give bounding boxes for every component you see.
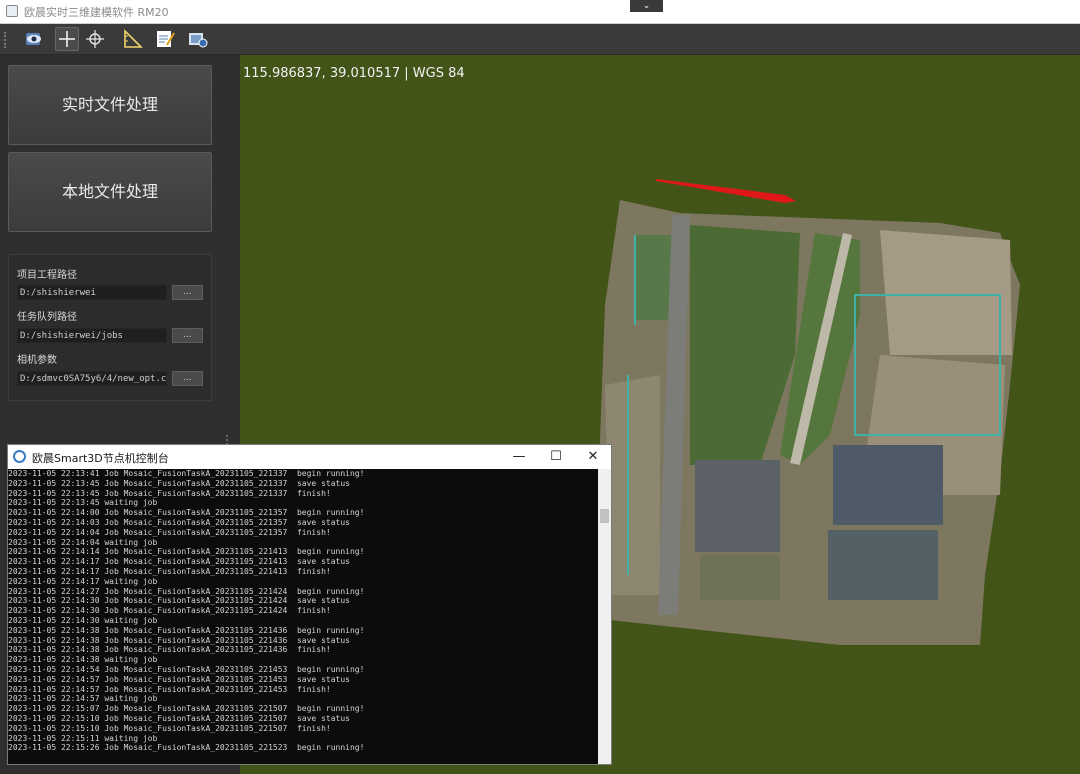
console-line: 2023-11-05 22:15:11 waiting job [8, 733, 158, 743]
edit-notes-icon[interactable] [153, 27, 177, 51]
close-button[interactable]: ✕ [574, 445, 612, 469]
console-line: 2023-11-05 22:14:38 Job Mosaic_FusionTas… [8, 625, 365, 635]
queue-path-field[interactable]: D:/shishierwei/jobs [17, 328, 167, 343]
console-line: 2023-11-05 22:14:27 Job Mosaic_FusionTas… [8, 586, 365, 596]
console-scrollbar-thumb[interactable] [600, 509, 609, 523]
camera-params-browse-button[interactable]: ... [172, 371, 203, 386]
console-line: 2023-11-05 22:14:17 waiting job [8, 576, 158, 586]
console-line: 2023-11-05 22:15:07 Job Mosaic_FusionTas… [8, 704, 365, 714]
console-line: 2023-11-05 22:15:26 Job Mosaic_FusionTas… [8, 743, 365, 753]
dirt-area [880, 230, 1012, 355]
project-path-field[interactable]: D:/shishierwei [17, 285, 167, 300]
project-path-browse-button[interactable]: ... [172, 285, 203, 300]
console-line: 2023-11-05 22:14:03 Job Mosaic_FusionTas… [8, 517, 350, 527]
console-line: 2023-11-05 22:15:10 Job Mosaic_FusionTas… [8, 713, 350, 723]
console-window[interactable]: 欧晨Smart3D节点机控制台 — ☐ ✕ 2023-11-05 22:13:4… [7, 444, 612, 765]
console-line: 2023-11-05 22:14:38 waiting job [8, 655, 158, 665]
measure-ruler-icon[interactable] [121, 27, 145, 51]
pan-move-icon[interactable] [83, 27, 107, 51]
maximize-button[interactable]: ☐ [537, 445, 575, 469]
console-line: 2023-11-05 22:14:30 Job Mosaic_FusionTas… [8, 606, 331, 616]
console-title-bar: 欧晨Smart3D节点机控制台 — ☐ ✕ [8, 445, 611, 469]
console-line: 2023-11-05 22:14:04 waiting job [8, 537, 158, 547]
local-file-processing-button[interactable]: 本地文件处理 [8, 152, 212, 232]
building [833, 445, 943, 525]
console-line: 2023-11-05 22:14:17 Job Mosaic_FusionTas… [8, 557, 350, 567]
window-title-bar: 欧晨实时三维建模软件 RM20 ⌄ [0, 0, 1080, 24]
crosshair-icon[interactable] [55, 27, 79, 51]
console-line: 2023-11-05 22:14:04 Job Mosaic_FusionTas… [8, 527, 331, 537]
building [695, 460, 780, 552]
console-app-icon [13, 450, 26, 463]
console-line: 2023-11-05 22:14:57 waiting job [8, 694, 158, 704]
console-title: 欧晨Smart3D节点机控制台 [32, 452, 169, 465]
toolbar-grip[interactable] [4, 32, 9, 48]
building [700, 555, 780, 600]
main-toolbar [0, 24, 1080, 55]
minimize-button[interactable]: — [500, 445, 538, 469]
console-line: 2023-11-05 22:13:41 Job Mosaic_FusionTas… [8, 469, 365, 478]
collapse-toggle-button[interactable]: ⌄ [630, 0, 663, 12]
console-line: 2023-11-05 22:15:10 Job Mosaic_FusionTas… [8, 723, 331, 733]
console-line: 2023-11-05 22:14:57 Job Mosaic_FusionTas… [8, 684, 331, 694]
project-path-label: 项目工程路径 [17, 270, 77, 281]
console-line: 2023-11-05 22:14:17 Job Mosaic_FusionTas… [8, 566, 331, 576]
queue-path-browse-button[interactable]: ... [172, 328, 203, 343]
console-scrollbar[interactable] [598, 469, 611, 764]
realtime-file-processing-button[interactable]: 实时文件处理 [8, 65, 212, 145]
console-line: 2023-11-05 22:13:45 Job Mosaic_FusionTas… [8, 478, 350, 488]
direction-arrow [656, 179, 796, 203]
app-icon [6, 5, 18, 17]
console-line: 2023-11-05 22:14:57 Job Mosaic_FusionTas… [8, 674, 350, 684]
dirt-area [605, 375, 660, 595]
console-log: 2023-11-05 22:13:41 Job Mosaic_FusionTas… [8, 469, 598, 765]
camera-params-label: 相机参数 [17, 355, 57, 366]
console-line: 2023-11-05 22:14:38 Job Mosaic_FusionTas… [8, 645, 331, 655]
console-line: 2023-11-05 22:13:45 waiting job [8, 498, 158, 508]
window-title: 欧晨实时三维建模软件 RM20 [24, 6, 169, 19]
console-line: 2023-11-05 22:14:30 waiting job [8, 615, 158, 625]
console-line: 2023-11-05 22:14:54 Job Mosaic_FusionTas… [8, 664, 365, 674]
console-line: 2023-11-05 22:13:45 Job Mosaic_FusionTas… [8, 488, 331, 498]
console-line: 2023-11-05 22:14:00 Job Mosaic_FusionTas… [8, 508, 365, 518]
queue-path-label: 任务队列路径 [17, 312, 77, 323]
settings-group: 项目工程路径 D:/shishierwei ... 任务队列路径 D:/shis… [8, 254, 212, 401]
console-line: 2023-11-05 22:14:30 Job Mosaic_FusionTas… [8, 596, 350, 606]
image-settings-icon[interactable] [186, 27, 210, 51]
building [828, 530, 938, 600]
console-line: 2023-11-05 22:14:14 Job Mosaic_FusionTas… [8, 547, 365, 557]
view-eye-icon[interactable] [22, 27, 46, 51]
camera-params-field[interactable]: D:/sdmvc0SA75y6/4/new_opt.cpt [17, 371, 167, 386]
console-line: 2023-11-05 22:14:38 Job Mosaic_FusionTas… [8, 635, 350, 645]
